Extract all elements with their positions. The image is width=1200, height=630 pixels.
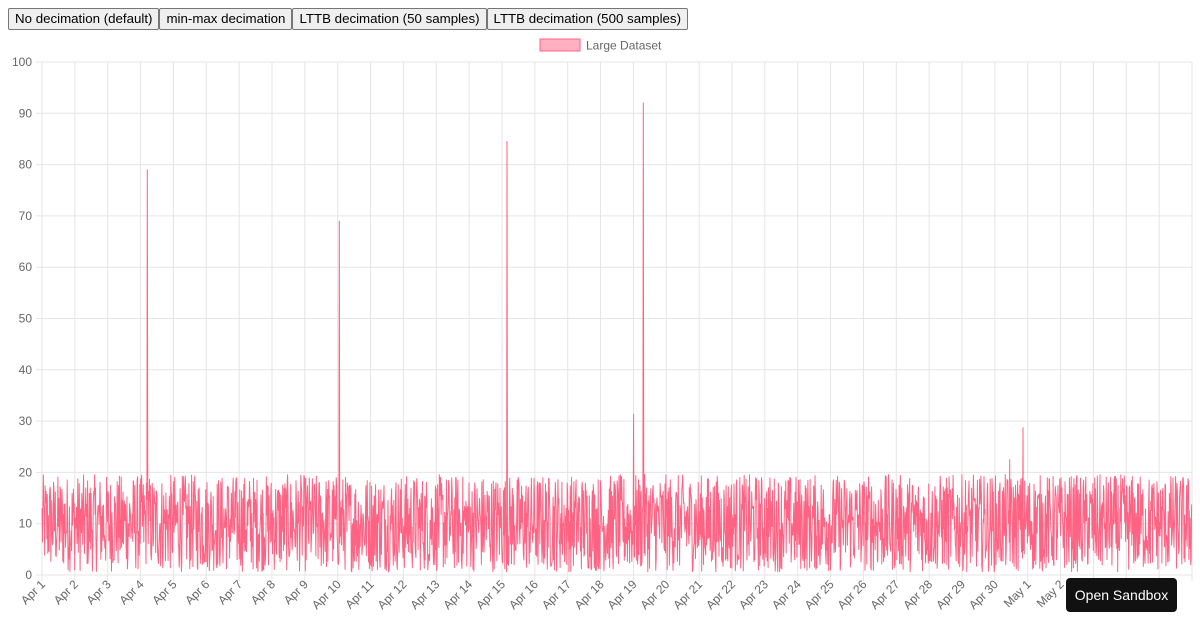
y-tick-label: 10	[19, 517, 33, 531]
x-tick-label: Apr 24	[769, 577, 804, 612]
x-tick-label: Apr 27	[868, 577, 903, 612]
x-tick-label: Apr 18	[572, 577, 607, 612]
x-tick-label: Apr 30	[966, 577, 1001, 612]
x-tick-label: Apr 4	[117, 577, 147, 607]
x-tick-label: Apr 10	[309, 577, 344, 612]
x-tick-label: Apr 19	[605, 577, 640, 612]
series-line-large-dataset	[41, 102, 1193, 573]
y-tick-label: 60	[19, 260, 33, 274]
x-tick-label: Apr 3	[84, 577, 114, 607]
legend-label: Large Dataset	[586, 39, 662, 53]
legend[interactable]: Large Dataset	[539, 38, 662, 53]
x-tick-label: Apr 21	[670, 577, 705, 612]
x-axis-ticks: Apr 1 Apr 2 Apr 3 Apr 4 Apr 5 Apr 6 Apr 7 Apr 8…	[18, 577, 1166, 612]
y-tick-label: 30	[19, 414, 33, 428]
open-sandbox-button[interactable]: Open Sandbox	[1066, 578, 1177, 612]
y-tick-label: 70	[19, 209, 33, 223]
series-layer	[41, 102, 1193, 573]
x-tick-label: Apr 2	[51, 577, 81, 607]
x-tick-label: Apr 5	[149, 577, 179, 607]
legend-swatch	[539, 38, 581, 52]
y-tick-label: 50	[19, 312, 33, 326]
x-tick-label: Apr 26	[835, 577, 870, 612]
x-tick-label: Apr 12	[375, 577, 410, 612]
x-tick-label: Apr 29	[933, 577, 968, 612]
x-tick-label: Apr 1	[18, 577, 48, 607]
x-tick-label: Apr 15	[473, 577, 508, 612]
y-tick-label: 20	[19, 465, 33, 479]
y-tick-label: 80	[19, 158, 33, 172]
x-tick-label: Apr 14	[440, 577, 475, 612]
y-tick-label: 40	[19, 363, 33, 377]
x-tick-label: Apr 28	[900, 577, 935, 612]
x-tick-label: Apr 20	[638, 577, 673, 612]
y-tick-label: 100	[12, 55, 32, 69]
x-tick-label: Apr 8	[248, 577, 278, 607]
x-tick-label: Apr 11	[342, 577, 377, 612]
x-tick-label: May 2	[1034, 577, 1067, 610]
x-tick-label: Apr 17	[539, 577, 574, 612]
x-tick-label: Apr 9	[281, 577, 311, 607]
x-tick-label: Apr 6	[182, 577, 212, 607]
x-tick-label: Apr 13	[408, 577, 443, 612]
y-tick-label: 90	[19, 106, 33, 120]
x-tick-label: Apr 23	[736, 577, 771, 612]
y-axis-ticks: 0 10 20 30 40 50 60 70 80 90 100	[12, 55, 32, 582]
line-chart: 0102030405060708090100 Apr 1 Apr 2 Apr 3 Ap…	[12, 38, 1193, 612]
x-tick-label: Apr 25	[802, 577, 837, 612]
x-tick-label: May 1	[1001, 577, 1034, 610]
x-tick-label: Apr 16	[506, 577, 541, 612]
y-tick-label: 0	[25, 568, 32, 582]
x-tick-label: Apr 7	[215, 577, 245, 607]
x-tick-label: Apr 22	[703, 577, 738, 612]
